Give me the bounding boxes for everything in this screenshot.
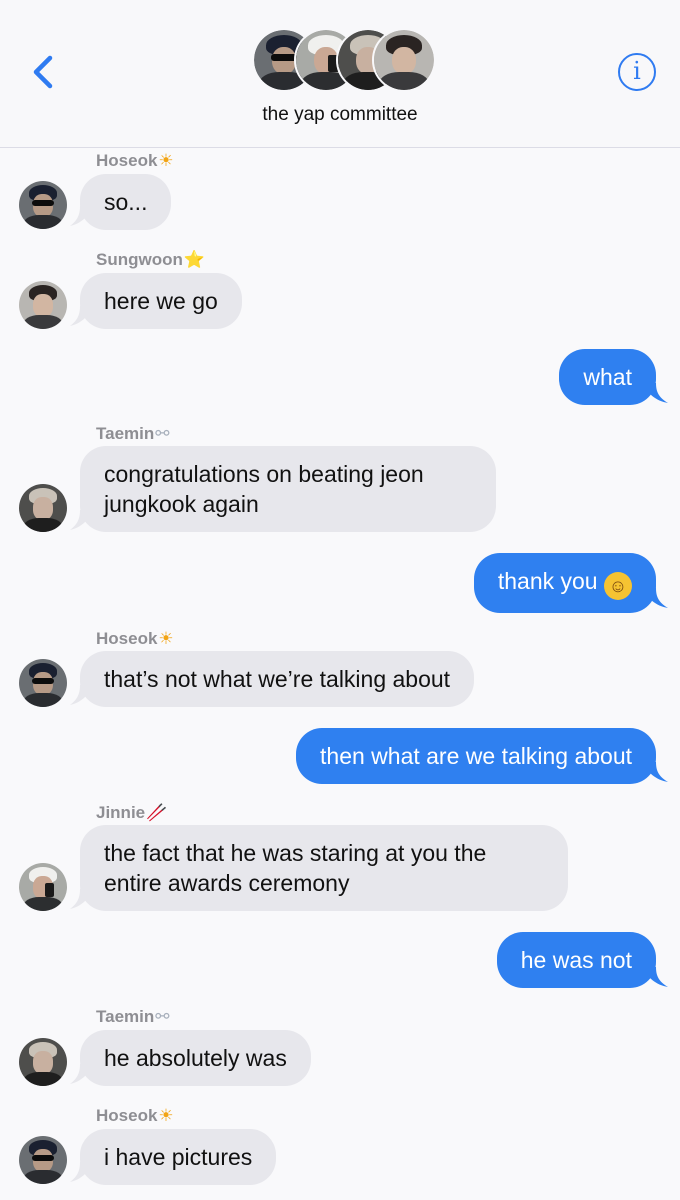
- rings-icon: ⚯: [155, 424, 170, 444]
- message-text-line: the fact that he was staring at you the: [104, 840, 487, 866]
- avatar[interactable]: [19, 659, 67, 707]
- message-bubble-incoming[interactable]: that’s not what we’re talking about: [80, 651, 475, 707]
- avatar[interactable]: [19, 181, 67, 229]
- rings-icon: ⚯: [155, 1007, 170, 1027]
- message-bubble-outgoing[interactable]: then what are we talking about: [296, 728, 656, 784]
- message-text-line: entire awards ceremony: [104, 870, 350, 896]
- avatar[interactable]: [19, 1038, 67, 1086]
- group-avatar: [372, 28, 436, 92]
- sender-name: Hoseok☀: [96, 629, 174, 649]
- sender-name: Taemin⚯: [96, 424, 170, 444]
- info-icon[interactable]: i: [618, 53, 656, 91]
- star-icon: ⭐: [183, 250, 206, 270]
- message-bubble-incoming[interactable]: he absolutely was: [80, 1030, 311, 1086]
- message-bubble-outgoing[interactable]: thank you ☺: [473, 553, 656, 613]
- sun-icon: ☀: [158, 151, 174, 171]
- sender-name: Hoseok☀: [96, 151, 174, 171]
- sender-name: Hoseok☀: [96, 1106, 174, 1126]
- conversation-header: the yap committee i: [0, 0, 680, 148]
- sun-icon: ☀: [158, 629, 174, 649]
- chevron-left-icon[interactable]: [24, 48, 64, 96]
- message-bubble-incoming[interactable]: so...: [80, 174, 172, 230]
- message-bubble-outgoing[interactable]: he was not: [496, 932, 656, 988]
- message-bubble-incoming[interactable]: congratulations on beating jeon jungkook…: [80, 446, 496, 532]
- sender-name: Jinnie🥢: [96, 803, 168, 823]
- avatar[interactable]: [19, 484, 67, 532]
- message-text-line: congratulations on beating jeon: [104, 461, 424, 487]
- message-bubble-incoming[interactable]: the fact that he was staring at you the …: [80, 825, 568, 911]
- smiling-face-icon: ☺: [604, 572, 632, 600]
- message-text-line: jungkook again: [104, 491, 259, 517]
- message-bubble-incoming[interactable]: i have pictures: [80, 1129, 277, 1185]
- sender-name: Sungwoon⭐: [96, 250, 206, 270]
- group-name[interactable]: the yap committee: [0, 104, 680, 126]
- avatar[interactable]: [19, 281, 67, 329]
- chopsticks-icon: 🥢: [146, 803, 168, 823]
- group-avatar-stack[interactable]: [252, 28, 436, 94]
- avatar[interactable]: [19, 1136, 67, 1184]
- avatar[interactable]: [19, 863, 67, 911]
- message-bubble-incoming[interactable]: here we go: [80, 273, 242, 329]
- message-bubble-outgoing[interactable]: what: [559, 349, 656, 405]
- sender-name: Taemin⚯: [96, 1007, 170, 1027]
- message-text: thank you: [497, 568, 598, 594]
- sun-icon: ☀: [158, 1106, 174, 1126]
